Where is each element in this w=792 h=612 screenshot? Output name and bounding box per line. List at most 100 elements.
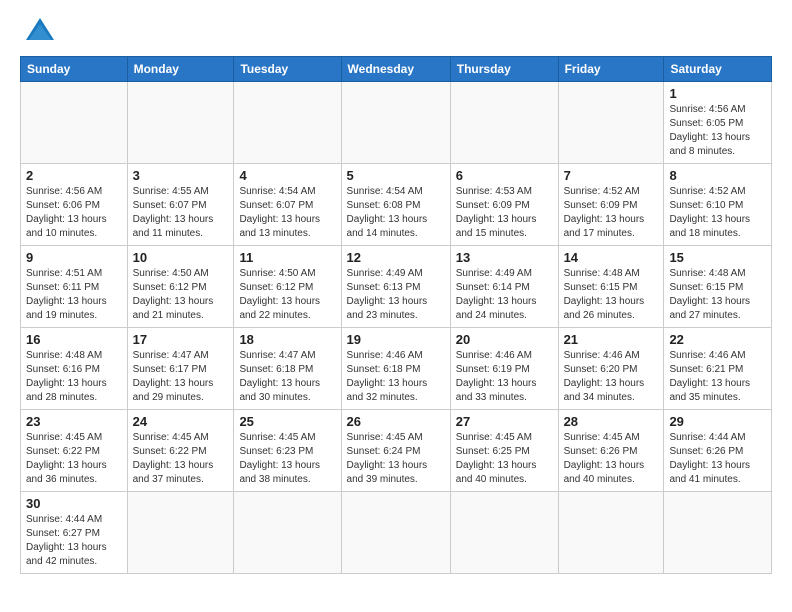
calendar-cell: 15 Sunrise: 4:48 AM Sunset: 6:15 PM Dayli… [664,246,772,328]
day-number: 12 [347,250,445,265]
calendar-cell [234,492,341,574]
day-number: 3 [133,168,229,183]
calendar-cell: 3 Sunrise: 4:55 AM Sunset: 6:07 PM Daylig… [127,164,234,246]
day-number: 29 [669,414,766,429]
day-number: 21 [564,332,659,347]
day-number: 8 [669,168,766,183]
logo-area [20,16,56,46]
calendar-cell: 7Sunrise: 4:52 AM Sunset: 6:09 PM Daylig… [558,164,664,246]
calendar-cell: 20 Sunrise: 4:46 AM Sunset: 6:19 PM Dayli… [450,328,558,410]
day-number: 26 [347,414,445,429]
calendar-cell: 24Sunrise: 4:45 AM Sunset: 6:22 PM Dayli… [127,410,234,492]
calendar-cell [341,82,450,164]
day-number: 27 [456,414,553,429]
day-number: 19 [347,332,445,347]
day-info: Sunrise: 4:48 AM Sunset: 6:15 PM Dayligh… [669,267,766,323]
calendar-cell: 23Sunrise: 4:45 AM Sunset: 6:22 PM Dayli… [21,410,128,492]
weekday-header-saturday: Saturday [664,57,772,82]
day-number: 20 [456,332,553,347]
day-info: Sunrise: 4:46 AM Sunset: 6:19 PM Dayligh… [456,349,553,405]
calendar-cell: 19 Sunrise: 4:46 AM Sunset: 6:18 PM Dayli… [341,328,450,410]
calendar-week-1: 1 Sunrise: 4:56 AM Sunset: 6:05 PM Daylig… [21,82,772,164]
header-area [20,16,772,46]
calendar-cell [664,492,772,574]
day-info: Sunrise: 4:46 AM Sunset: 6:21 PM Dayligh… [669,349,766,405]
calendar-cell: 9Sunrise: 4:51 AM Sunset: 6:11 PM Daylig… [21,246,128,328]
day-info: Sunrise: 4:44 AM Sunset: 6:27 PM Dayligh… [26,513,122,569]
day-info: Sunrise: 4:48 AM Sunset: 6:15 PM Dayligh… [564,267,659,323]
day-info: Sunrise: 4:56 AM Sunset: 6:06 PM Dayligh… [26,185,122,241]
calendar-cell: 8Sunrise: 4:52 AM Sunset: 6:10 PM Daylig… [664,164,772,246]
calendar-cell: 12 Sunrise: 4:49 AM Sunset: 6:13 PM Dayli… [341,246,450,328]
calendar-cell: 21 Sunrise: 4:46 AM Sunset: 6:20 PM Dayli… [558,328,664,410]
weekday-header-monday: Monday [127,57,234,82]
day-number: 7 [564,168,659,183]
calendar-cell [21,82,128,164]
day-number: 5 [347,168,445,183]
calendar-header: SundayMondayTuesdayWednesdayThursdayFrid… [21,57,772,82]
calendar-table: SundayMondayTuesdayWednesdayThursdayFrid… [20,56,772,574]
calendar-cell: 1 Sunrise: 4:56 AM Sunset: 6:05 PM Daylig… [664,82,772,164]
day-number: 16 [26,332,122,347]
weekday-header-row: SundayMondayTuesdayWednesdayThursdayFrid… [21,57,772,82]
day-info: Sunrise: 4:49 AM Sunset: 6:13 PM Dayligh… [347,267,445,323]
calendar-cell: 10 Sunrise: 4:50 AM Sunset: 6:12 PM Dayli… [127,246,234,328]
calendar-cell [341,492,450,574]
weekday-header-wednesday: Wednesday [341,57,450,82]
day-number: 2 [26,168,122,183]
day-number: 25 [239,414,335,429]
day-info: Sunrise: 4:51 AM Sunset: 6:11 PM Dayligh… [26,267,122,323]
calendar-cell: 22Sunrise: 4:46 AM Sunset: 6:21 PM Dayli… [664,328,772,410]
calendar-cell: 6 Sunrise: 4:53 AM Sunset: 6:09 PM Daylig… [450,164,558,246]
calendar-cell: 18Sunrise: 4:47 AM Sunset: 6:18 PM Dayli… [234,328,341,410]
day-info: Sunrise: 4:44 AM Sunset: 6:26 PM Dayligh… [669,431,766,487]
day-number: 18 [239,332,335,347]
day-number: 15 [669,250,766,265]
day-number: 24 [133,414,229,429]
calendar-cell: 25 Sunrise: 4:45 AM Sunset: 6:23 PM Dayli… [234,410,341,492]
day-number: 14 [564,250,659,265]
calendar-cell: 28Sunrise: 4:45 AM Sunset: 6:26 PM Dayli… [558,410,664,492]
calendar-cell: 27 Sunrise: 4:45 AM Sunset: 6:25 PM Dayli… [450,410,558,492]
calendar-cell [234,82,341,164]
calendar-week-5: 23Sunrise: 4:45 AM Sunset: 6:22 PM Dayli… [21,410,772,492]
calendar-cell [558,492,664,574]
day-info: Sunrise: 4:56 AM Sunset: 6:05 PM Dayligh… [669,103,766,159]
calendar-cell: 30 Sunrise: 4:44 AM Sunset: 6:27 PM Dayli… [21,492,128,574]
day-number: 6 [456,168,553,183]
day-number: 4 [239,168,335,183]
page: SundayMondayTuesdayWednesdayThursdayFrid… [0,0,792,612]
calendar-week-4: 16 Sunrise: 4:48 AM Sunset: 6:16 PM Dayli… [21,328,772,410]
day-info: Sunrise: 4:47 AM Sunset: 6:17 PM Dayligh… [133,349,229,405]
calendar-cell: 17Sunrise: 4:47 AM Sunset: 6:17 PM Dayli… [127,328,234,410]
day-info: Sunrise: 4:53 AM Sunset: 6:09 PM Dayligh… [456,185,553,241]
calendar-cell [450,82,558,164]
calendar-cell: 16 Sunrise: 4:48 AM Sunset: 6:16 PM Dayli… [21,328,128,410]
logo-icon [24,16,56,44]
day-number: 13 [456,250,553,265]
day-info: Sunrise: 4:49 AM Sunset: 6:14 PM Dayligh… [456,267,553,323]
day-number: 1 [669,86,766,101]
day-info: Sunrise: 4:45 AM Sunset: 6:24 PM Dayligh… [347,431,445,487]
day-info: Sunrise: 4:50 AM Sunset: 6:12 PM Dayligh… [239,267,335,323]
day-info: Sunrise: 4:45 AM Sunset: 6:23 PM Dayligh… [239,431,335,487]
day-info: Sunrise: 4:54 AM Sunset: 6:08 PM Dayligh… [347,185,445,241]
calendar-cell [558,82,664,164]
day-number: 10 [133,250,229,265]
calendar-cell: 29 Sunrise: 4:44 AM Sunset: 6:26 PM Dayli… [664,410,772,492]
weekday-header-sunday: Sunday [21,57,128,82]
calendar-cell: 2 Sunrise: 4:56 AM Sunset: 6:06 PM Daylig… [21,164,128,246]
day-info: Sunrise: 4:46 AM Sunset: 6:18 PM Dayligh… [347,349,445,405]
day-info: Sunrise: 4:45 AM Sunset: 6:25 PM Dayligh… [456,431,553,487]
weekday-header-thursday: Thursday [450,57,558,82]
weekday-header-tuesday: Tuesday [234,57,341,82]
day-info: Sunrise: 4:55 AM Sunset: 6:07 PM Dayligh… [133,185,229,241]
calendar-week-6: 30 Sunrise: 4:44 AM Sunset: 6:27 PM Dayli… [21,492,772,574]
logo [20,16,56,46]
calendar-cell: 11Sunrise: 4:50 AM Sunset: 6:12 PM Dayli… [234,246,341,328]
day-info: Sunrise: 4:46 AM Sunset: 6:20 PM Dayligh… [564,349,659,405]
day-info: Sunrise: 4:48 AM Sunset: 6:16 PM Dayligh… [26,349,122,405]
calendar-body: 1 Sunrise: 4:56 AM Sunset: 6:05 PM Daylig… [21,82,772,574]
day-info: Sunrise: 4:50 AM Sunset: 6:12 PM Dayligh… [133,267,229,323]
day-number: 30 [26,496,122,511]
